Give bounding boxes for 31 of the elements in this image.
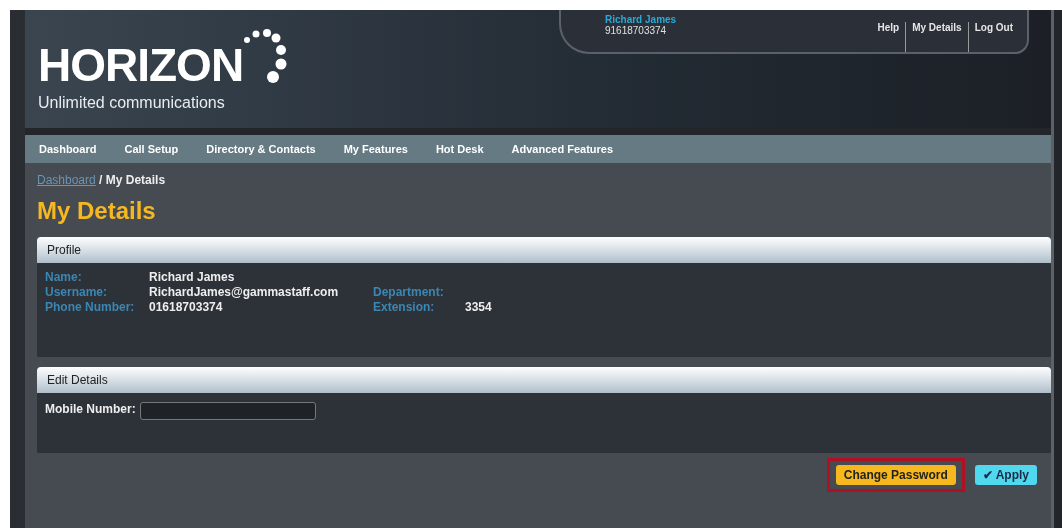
nav-item[interactable]: Advanced Features: [511, 143, 614, 155]
user-name: Richard James: [605, 14, 677, 25]
field-value: RichardJames@gammastaff.com: [149, 285, 340, 300]
field-label: Extension:: [373, 300, 436, 315]
section-header: Profile: [37, 237, 1051, 263]
page-title: My Details: [37, 197, 157, 225]
nav-item[interactable]: My Features: [343, 143, 408, 155]
breadcrumb-link[interactable]: Dashboard: [37, 173, 96, 187]
logo-tagline: Unlimited communications: [38, 94, 226, 112]
field-value: 01618703374: [149, 300, 224, 315]
user-number: 91618703374: [605, 25, 668, 36]
field-label: Department:: [373, 285, 445, 300]
change-password-button[interactable]: Change Password: [835, 465, 956, 485]
breadcrumb-current: / My Details: [99, 173, 166, 187]
apply-button[interactable]: ✔ Apply: [974, 465, 1037, 485]
nav-item[interactable]: Call Setup: [124, 143, 179, 155]
nav-item[interactable]: Directory & Contacts: [206, 143, 316, 155]
field-label: Name:: [45, 270, 83, 285]
field-value: 3354: [465, 300, 493, 315]
header-link[interactable]: Log Out: [967, 22, 1013, 52]
field-label: Phone Number:: [45, 300, 136, 315]
nav-item[interactable]: Hot Desk: [435, 143, 484, 155]
header-link[interactable]: My Details: [905, 22, 962, 52]
logo-wordmark: HORIZON: [38, 42, 244, 88]
field-label: Username:: [45, 285, 109, 300]
input-field[interactable]: [139, 402, 316, 420]
nav-item[interactable]: Dashboard: [39, 143, 97, 155]
section-header: Edit Details: [37, 367, 1051, 393]
header-link[interactable]: Help: [877, 22, 900, 52]
field-value: Richard James: [149, 270, 236, 285]
field-label: Mobile Number:: [45, 402, 136, 416]
